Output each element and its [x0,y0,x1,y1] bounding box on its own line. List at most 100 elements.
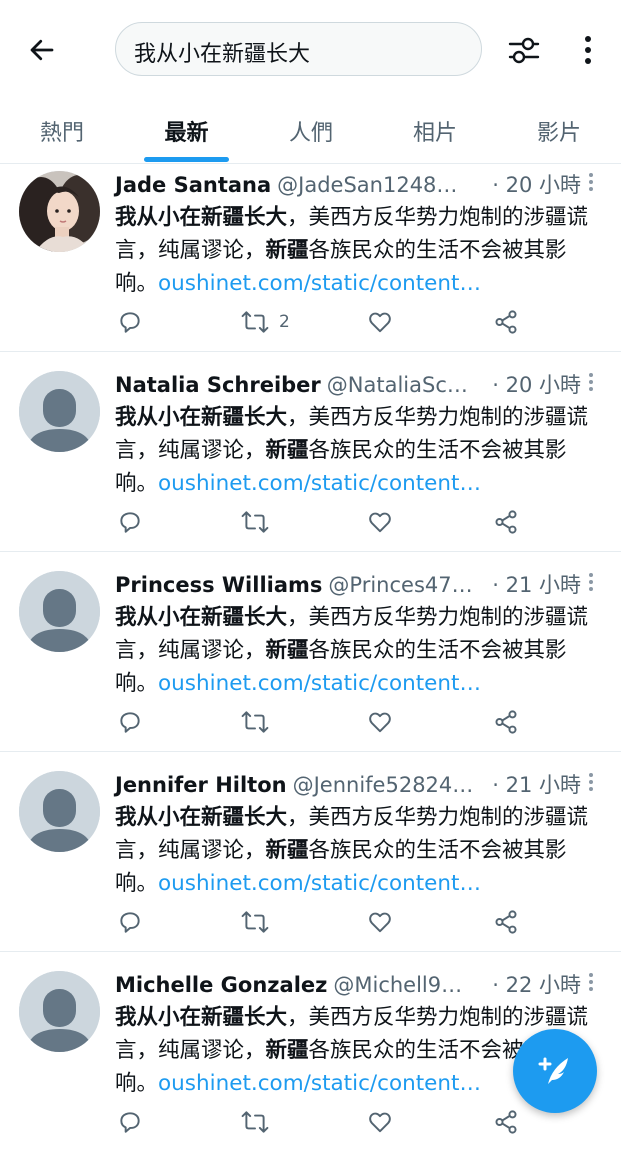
author-name[interactable]: Natalia Schreiber [115,373,321,397]
tweet-actions [115,502,595,542]
arrow-left-icon [30,39,54,61]
default-avatar-icon [19,971,100,1052]
tweet-menu-button[interactable] [581,170,601,194]
tweet-actions [115,1102,595,1142]
highlighted-phrase: 我从小在新疆长大 [115,405,288,430]
retweet-button[interactable]: 2 [241,302,290,342]
default-avatar-icon [19,771,100,852]
active-tab-indicator [144,157,229,162]
retweet-button[interactable] [241,902,269,942]
like-button[interactable] [367,702,393,742]
retweet-icon [241,311,269,333]
avatar[interactable] [19,171,100,252]
heart-icon [369,1112,391,1133]
tweet-time: · 21 小時 [492,773,581,797]
retweet-button[interactable] [241,502,269,542]
more-options-button[interactable] [570,28,606,72]
retweet-icon [241,911,269,933]
tweet-menu-button[interactable] [581,370,601,394]
compose-tweet-button[interactable] [513,1029,597,1113]
share-button[interactable] [493,902,519,942]
like-button[interactable] [367,1102,393,1142]
tweet-header: Jade Santana @JadeSan1248… · 20 小時 [115,169,581,199]
share-button[interactable] [493,702,519,742]
tab-latest[interactable]: 最新 [124,98,249,164]
tweet-link[interactable]: oushinet.com/static/content… [158,871,481,896]
reply-button[interactable] [117,302,143,342]
author-handle[interactable]: @JadeSan1248… [277,173,482,197]
author-handle[interactable]: @Jennife52824… [293,773,483,797]
author-name[interactable]: Jade Santana [115,173,271,197]
search-tabs: 熱門 最新 人們 相片 影片 [0,98,621,164]
author-handle[interactable]: @Michell9… [333,973,482,997]
retweet-button[interactable] [241,1102,269,1142]
highlighted-word: 新疆 [265,238,309,263]
tweet-header: Princess Williams @Princes47… · 21 小時 [115,569,581,599]
author-handle[interactable]: @NataliaSc… [327,373,482,397]
heart-icon [369,912,391,933]
share-icon [495,510,517,534]
tab-videos[interactable]: 影片 [497,98,621,164]
tweet-link[interactable]: oushinet.com/static/content… [158,1071,481,1096]
tweet-menu-button[interactable] [581,970,601,994]
share-icon [495,1110,517,1134]
retweet-count: 2 [279,312,290,332]
reply-button[interactable] [117,902,143,942]
tweet-link[interactable]: oushinet.com/static/content… [158,471,481,496]
tweet-text: 我从小在新疆长大，美西方反华势力炮制的涉疆谎言，纯属谬论，新疆各族民众的生活不会… [115,401,601,500]
avatar[interactable] [19,771,100,852]
heart-icon [369,312,391,333]
tab-people[interactable]: 人們 [249,98,373,164]
highlighted-phrase: 我从小在新疆长大 [115,205,288,230]
highlighted-phrase: 我从小在新疆长大 [115,1005,288,1030]
tweet[interactable]: Princess Williams @Princes47… · 21 小時 我从… [0,552,621,752]
tweet-menu-button[interactable] [581,770,601,794]
avatar[interactable] [19,971,100,1052]
retweet-icon [241,511,269,533]
default-avatar-icon [19,571,100,652]
share-button[interactable] [493,302,519,342]
reply-button[interactable] [117,1102,143,1142]
search-input[interactable]: 我从小在新疆长大 [115,22,482,76]
tab-photos[interactable]: 相片 [373,98,497,164]
tweet-text: 我从小在新疆长大，美西方反华势力炮制的涉疆谎言，纯属谬论，新疆各族民众的生活不会… [115,801,601,900]
tweet[interactable]: Natalia Schreiber @NataliaSc… · 20 小時 我从… [0,352,621,552]
tweet-time: · 22 小時 [492,973,581,997]
search-filter-button[interactable] [502,28,546,72]
tweet[interactable]: Jade Santana @JadeSan1248… · 20 小時 我从小在新… [0,164,621,352]
more-vertical-icon [585,36,591,64]
tweet-actions [115,702,595,742]
tweet[interactable]: Jennifer Hilton @Jennife52824… · 21 小時 我… [0,752,621,952]
avatar[interactable] [19,571,100,652]
tab-top[interactable]: 熱門 [0,98,124,164]
share-button[interactable] [493,1102,519,1142]
tweet-header: Jennifer Hilton @Jennife52824… · 21 小時 [115,769,581,799]
author-name[interactable]: Michelle Gonzalez [115,973,327,997]
reply-button[interactable] [117,702,143,742]
author-handle[interactable]: @Princes47… [328,573,482,597]
profile-photo-icon [19,171,100,252]
more-vertical-icon [589,773,593,791]
reply-icon [120,912,140,933]
tweet-link[interactable]: oushinet.com/static/content… [158,271,481,296]
avatar[interactable] [19,371,100,452]
retweet-button[interactable] [241,702,269,742]
heart-icon [369,512,391,533]
back-button[interactable] [22,30,62,70]
reply-button[interactable] [117,502,143,542]
reply-icon [120,312,140,333]
top-bar: 我从小在新疆长大 [0,0,621,98]
highlighted-word: 新疆 [265,638,309,663]
like-button[interactable] [367,502,393,542]
tweet-link[interactable]: oushinet.com/static/content… [158,671,481,696]
author-name[interactable]: Jennifer Hilton [115,773,287,797]
more-vertical-icon [589,373,593,391]
highlighted-word: 新疆 [265,1038,309,1063]
default-avatar-icon [19,371,100,452]
like-button[interactable] [367,302,393,342]
author-name[interactable]: Princess Williams [115,573,322,597]
tweet-menu-button[interactable] [581,570,601,594]
share-button[interactable] [493,502,519,542]
like-button[interactable] [367,902,393,942]
tweet-header: Michelle Gonzalez @Michell9… · 22 小時 [115,969,581,999]
